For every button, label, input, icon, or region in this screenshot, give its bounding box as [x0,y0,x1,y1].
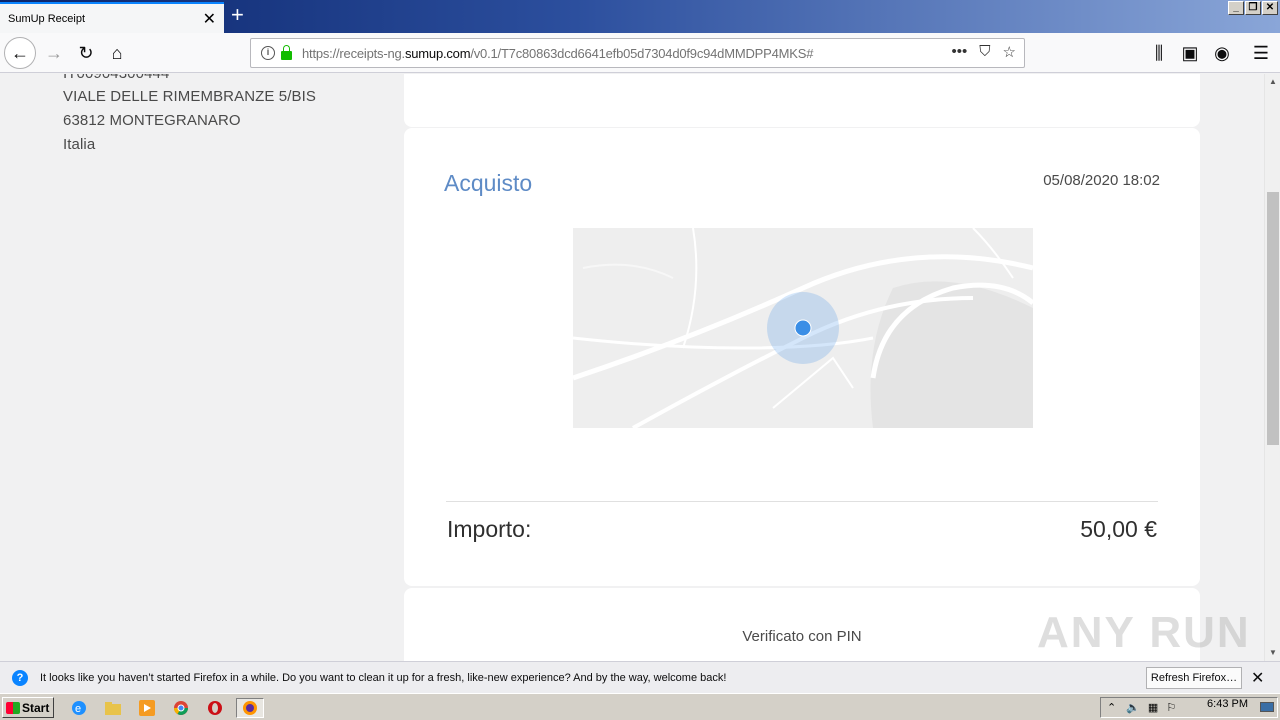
back-arrow-icon[interactable]: ← [4,37,36,69]
new-tab-icon[interactable]: + [231,4,244,26]
window-controls: _ ❐ ✕ [1228,1,1278,15]
tab-sumup-receipt[interactable]: SumUp Receipt ✕ [0,2,224,33]
restore-icon[interactable]: ❐ [1245,1,1261,15]
reload-icon[interactable]: ↻ [72,39,100,67]
volume-icon[interactable]: 🔈 [1126,701,1140,714]
network-icon[interactable]: ▦ [1148,701,1158,714]
menu-icon[interactable]: ☰ [1247,39,1275,67]
bookmark-star-icon[interactable]: ☆ [1003,43,1016,61]
tab-title: SumUp Receipt [8,12,86,25]
sidebar-icon[interactable]: ▣ [1176,39,1204,67]
merchant-country: Italia [63,136,96,153]
chrome-icon[interactable] [170,698,192,718]
show-desktop-icon[interactable] [1260,702,1274,712]
amount-label: Importo: [447,516,532,542]
folder-icon[interactable] [102,698,124,718]
forward-arrow-icon[interactable]: → [40,39,68,67]
scroll-up-icon[interactable]: ▲ [1265,74,1280,90]
windows-logo-icon [6,701,20,714]
receipt-card-transaction: Acquisto 05/08/2020 18:02 Importo: 50,00… [404,128,1200,586]
clock: 6:43 PM [1207,698,1248,710]
flag-icon[interactable]: ⚐ [1166,701,1176,714]
page-content: IT00904300444 VIALE DELLE RIMEMBRANZE 5/… [0,74,1264,661]
amount-value: 50,00 € [1080,516,1157,542]
firefox-taskbar-icon[interactable] [236,698,264,718]
window-titlebar: SumUp Receipt ✕ + _ ❐ ✕ [0,0,1280,33]
scroll-thumb[interactable] [1267,192,1279,445]
media-player-icon[interactable] [136,698,158,718]
svg-text:e: e [75,703,81,715]
merchant-city: 63812 MONTEGRANARO [63,112,241,129]
transaction-type: Acquisto [444,170,533,196]
url-bar[interactable]: i https://receipts-ng.sumup.com/v0.1/T7c… [250,38,1025,68]
watermark-logo: ANY RUN [1037,608,1251,657]
navigation-toolbar: ← → ↻ ⌂ i https://receipts-ng.sumup.com/… [0,33,1280,73]
opera-icon[interactable] [204,698,226,718]
url-text[interactable]: https://receipts-ng.sumup.com/v0.1/T7c80… [302,46,813,61]
lock-icon[interactable] [281,44,292,60]
windows-taskbar: Start e ⌃ 🔈 ▦ ⚐ 6:43 PM [0,693,1280,720]
question-icon: ? [12,669,28,686]
location-map [573,228,1033,428]
minimize-icon[interactable]: _ [1228,1,1244,15]
refresh-notification-bar: ? It looks like you haven’t started Fire… [0,661,1280,693]
library-icon[interactable]: ⫼ [1145,39,1173,67]
pocket-icon[interactable]: ⛉ [979,43,990,61]
start-button[interactable]: Start [2,697,54,718]
transaction-datetime: 05/08/2020 18:02 [1043,172,1160,189]
start-label: Start [22,700,50,715]
location-pin-icon [794,319,812,337]
system-tray: ⌃ 🔈 ▦ ⚐ [1100,697,1278,718]
amount-divider [446,501,1158,502]
map-graphic [573,228,1033,428]
ie-icon[interactable]: e [68,698,90,718]
merchant-vat: IT00904300444 [63,74,169,82]
merchant-street: VIALE DELLE RIMEMBRANZE 5/BIS [63,88,316,105]
notification-text: It looks like you haven’t started Firefo… [40,671,727,684]
vertical-scrollbar[interactable]: ▲ ▼ [1264,74,1280,661]
receipt-card-top [404,74,1200,127]
close-window-icon[interactable]: ✕ [1262,1,1278,15]
page-actions-icon[interactable]: ••• [952,43,968,61]
scroll-down-icon[interactable]: ▼ [1265,645,1280,661]
account-icon[interactable]: ◉ [1208,39,1236,67]
info-icon[interactable]: i [261,46,275,60]
tab-close-icon[interactable]: ✕ [203,9,216,29]
refresh-firefox-button[interactable]: Refresh Firefox… [1146,667,1242,689]
home-icon[interactable]: ⌂ [103,39,131,67]
tray-expand-icon[interactable]: ⌃ [1107,701,1116,714]
notification-close-icon[interactable]: ✕ [1251,668,1264,688]
